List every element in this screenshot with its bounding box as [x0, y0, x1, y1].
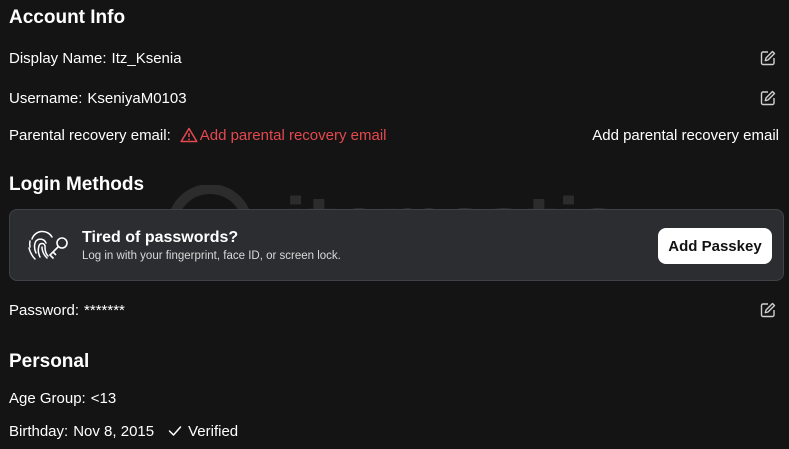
passkey-title: Tired of passwords? [82, 229, 239, 246]
checkmark-icon [168, 426, 182, 436]
parental-email-label: Parental recovery email: [9, 126, 171, 144]
verified-text: Verified [188, 422, 239, 440]
display-name-label: Display Name: [9, 49, 107, 67]
age-group-label: Age Group: [9, 389, 86, 407]
birthday-value: Nov 8, 2015 [73, 422, 155, 440]
warning-triangle-icon [180, 127, 198, 143]
add-parental-email-warning-link[interactable]: Add parental recovery email [180, 127, 387, 144]
fingerprint-key-icon [28, 230, 68, 260]
account-info-heading: Account Info [9, 7, 126, 28]
age-group-row: Age Group: <13 [9, 386, 780, 410]
pencil-square-icon [760, 90, 776, 106]
edit-display-name-button[interactable] [758, 48, 778, 68]
add-passkey-button[interactable]: Add Passkey [658, 228, 772, 264]
username-row: Username: KseniyaM0103 [9, 86, 780, 110]
add-parental-email-link[interactable]: Add parental recovery email [592, 127, 779, 144]
birthday-row: Birthday: Nov 8, 2015 Verified [9, 419, 780, 443]
username-label: Username: [9, 89, 83, 107]
password-value: ******* [84, 301, 125, 319]
birthday-label: Birthday: [9, 422, 69, 440]
passkey-subtitle: Log in with your fingerprint, face ID, o… [82, 250, 341, 262]
password-row: Password: ******* [9, 298, 780, 322]
age-group-value: <13 [90, 389, 117, 407]
warning-link-text: Add parental recovery email [199, 126, 387, 144]
username-value: KseniyaM0103 [87, 89, 187, 107]
verified-status: Verified [168, 423, 238, 440]
passkey-card: Tired of passwords? Log in with your fin… [9, 209, 784, 281]
display-name-value: Itz_Ksenia [111, 49, 182, 67]
parental-email-row: Parental recovery email: Add parental re… [9, 123, 780, 147]
edit-username-button[interactable] [758, 88, 778, 108]
login-methods-heading: Login Methods [9, 174, 145, 195]
edit-password-button[interactable] [758, 300, 778, 320]
display-name-row: Display Name: Itz_Ksenia [9, 46, 780, 70]
personal-heading: Personal [9, 351, 90, 372]
pencil-square-icon [760, 302, 776, 318]
pencil-square-icon [760, 50, 776, 66]
password-label: Password: [9, 301, 80, 319]
